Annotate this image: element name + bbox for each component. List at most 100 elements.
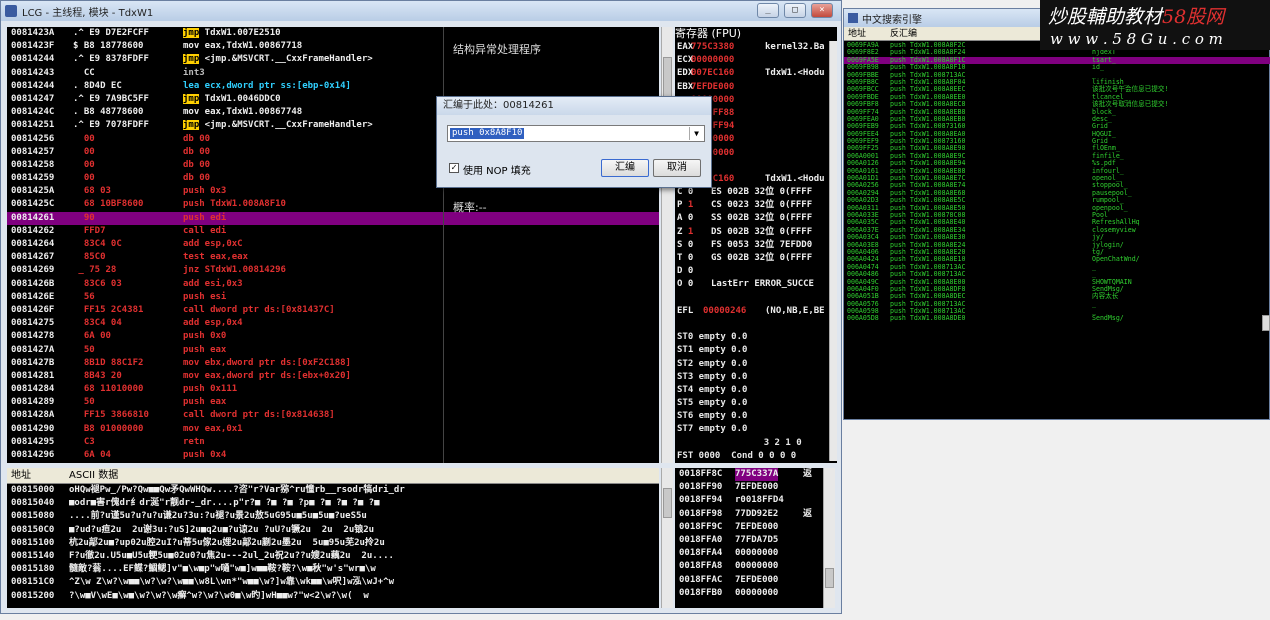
fpu-row[interactable]: ST0 empty 0.0 [675,331,837,344]
stack-row[interactable]: 0018FFB0 00000000 [675,587,823,600]
cancel-button[interactable]: 取消 [653,159,701,177]
segment-info: LastErr ERROR_SUCCE [711,279,814,290]
dump-header-address[interactable]: 地址 [11,468,31,484]
disasm-row[interactable]: 00814275 83C4 04 add esp,0x4 [7,317,659,330]
stack-row[interactable]: 0018FF9C 7EFDE000 [675,521,823,534]
disasm-row[interactable]: 0081427B 8B1D 88C1F2 mov ebx,dword ptr ds… [7,357,659,370]
flag-row[interactable]: A 0 SS 002B 32位 0(FFFF [675,212,837,225]
disasm-row[interactable]: 00814289 50 push eax [7,396,659,409]
disasm-scrollbar[interactable] [661,27,673,463]
dump-pane[interactable]: 00815000 oHQw褪Pw_/Pw?Qw■■Qw矛QwWHQw....?咨"… [7,484,659,608]
search-col-address[interactable]: 地址 [848,27,866,41]
register-value: 7EFDE000 [691,81,735,92]
disasm-row[interactable]: 0081426F FF15 2C4381 call dword ptr ds:[0… [7,304,659,317]
disasm-row[interactable]: 00814295 C3 retn [7,436,659,449]
registers-title: 寄存器 (FPU) [675,27,742,40]
stack-pane[interactable]: 0018FF8C 775C337A 返 0018FF90 7EFDE000 0018FF9… [675,468,823,608]
register-row[interactable]: ECX 00000000 [675,54,837,67]
disasm-row[interactable]: 00814262 FFD7 call edi [7,225,659,238]
disasm-row[interactable]: 00814264 83C4 0C add esp,0xC [7,238,659,251]
disasm-hex: 68 11010000 [73,384,144,395]
disasm-row[interactable]: 00814290 B8 01000000 mov eax,0x1 [7,423,659,436]
disasm-row[interactable]: 0081427A 50 push eax [7,344,659,357]
dump-row[interactable]: 00815000 oHQw褪Pw_/Pw?Qw■■Qw矛QwWHQw....?咨"… [7,484,659,497]
disasm-row[interactable]: 0081423A .^ E9 D7E2FCFF jmp TdxW1.007E2510 [7,27,659,40]
disasm-row[interactable]: 0081426E 56 push esi [7,291,659,304]
dump-scrollbar[interactable] [661,468,673,608]
disasm-instruction: test eax,eax [183,252,249,263]
fpu-row[interactable]: ST7 empty 0.0 [675,423,837,436]
disasm-row[interactable]: 0081425C 68 10BF8600 push TdxW1.008A8F10 [7,198,659,211]
assemble-input[interactable]: push 0x8A8F10 ▼ [447,125,705,142]
main-titlebar[interactable]: LCG - 主线程, 模块 - TdxW1 [1,1,841,21]
search-results[interactable]: 0069FA9Apush TdxW1.008A8F2C新鲜....0069F8E… [844,42,1270,418]
flag-row[interactable]: S 0 FS 0053 32位 7EFDD0 [675,239,837,252]
dump-row[interactable]: 00815080 ....前?u谨5u?u?u?u谦2u?3u:?u褪?u景2u敖… [7,510,659,523]
dump-header-ascii[interactable]: ASCII 数据 [69,468,118,484]
search-row[interactable]: 006A05D8 push TdxW1.008A8DE0 SendMsg/ [844,315,1270,323]
assemble-dialog-title[interactable]: 汇编于此处：00814261 [437,97,711,115]
disasm-row[interactable]: 0081423F $ B8 18778600 mov eax,TdxW1.00867… [7,40,659,53]
flag-row[interactable]: T 0 GS 002B 32位 0(FFFF [675,252,837,265]
dump-row[interactable]: 00815040 ■odr■害r傀dr纟dr涎"r靓dr-_dr....p"r?■… [7,497,659,510]
disasm-row[interactable]: 00814261 90 push edi [7,211,659,225]
disasm-instruction: mov eax,0x1 [183,423,243,434]
flag-row[interactable]: P 1 CS 0023 32位 0(FFFF [675,199,837,212]
stack-scrollbar[interactable] [823,468,835,608]
disasm-row[interactable]: 0081426B 83C6 03 add esi,0x3 [7,278,659,291]
fpu-row[interactable]: ST2 empty 0.0 [675,358,837,371]
dump-row[interactable]: 008151C0 ^Z\w Z\w?\w■■\w?\w?\w■■\w8L\wn*"… [7,576,659,589]
stack-row[interactable]: 0018FFA0 77FDA7D5 [675,534,823,547]
maximize-button[interactable]: □ [784,3,806,18]
disasm-row[interactable]: 00814244 . 8D4D EC lea ecx,dword ptr ss:[e… [7,80,659,93]
register-row[interactable]: EBX 7EFDE000 [675,81,837,94]
fpu-row[interactable]: ST4 empty 0.0 [675,384,837,397]
dump-row[interactable]: 00815180 髓敵?蓊....EF鲽?鯝鳃]v"■\w■p"w嗵"w■]w■■… [7,563,659,576]
disasm-row[interactable]: 00814278 6A 00 push 0x0 [7,330,659,343]
disassembly-pane[interactable]: 0081423A .^ E9 D7E2FCFF jmp TdxW1.007E2510… [7,27,659,463]
dump-row[interactable]: 00815200 ?\w■V\wE■\w■\w?\w?\w癣^w?\w?\w0■\… [7,590,659,603]
stack-row[interactable]: 0018FF94 r0018FFD4 [675,494,823,507]
disasm-row[interactable]: 00814267 85C0 test eax,eax [7,251,659,264]
close-button[interactable]: × [811,3,833,18]
disasm-row[interactable]: 00814244 .^ E9 8378FDFF jmp <jmp.&MSVCRT._… [7,53,659,66]
fpu-row[interactable]: FST 0000 Cond 0 0 0 0 [675,450,837,463]
disasm-row[interactable]: 00814243 CC int3 [7,67,659,80]
flag-row[interactable]: D 0 [675,265,837,278]
disasm-row[interactable]: 00814269 _ 75 28 jnz STdxW1.00814296 [7,264,659,277]
stack-row[interactable]: 0018FF98 77DD92E2 返 [675,508,823,521]
stack-row[interactable]: 0018FFAC 7EFDE000 [675,574,823,587]
disasm-row[interactable]: 00814281 8B43 20 mov eax,dword ptr ds:[eb… [7,370,659,383]
assemble-button[interactable]: 汇编 [601,159,649,177]
fpu-row[interactable]: 3 2 1 0 [675,437,837,450]
disasm-row[interactable]: 00814296 6A 04 push 0x4 [7,449,659,462]
right-edge-scroll[interactable] [1262,315,1270,331]
fpu-row[interactable]: ST1 empty 0.0 [675,344,837,357]
register-row[interactable]: EDX 007EC160 TdxW1.<Hodu [675,67,837,80]
fpu-row[interactable]: ST3 empty 0.0 [675,371,837,384]
stack-row[interactable]: 0018FFA4 00000000 [675,547,823,560]
registers-scrollbar[interactable] [829,41,837,461]
flag-name: Z 1 [677,226,694,237]
registers-pane[interactable]: 寄存器 (FPU) EAX 775C3380 kernel32.Ba ECX 00000… [675,27,837,463]
nop-checkbox[interactable]: ✓ [449,163,459,173]
flag-row[interactable]: C 0 ES 002B 32位 0(FFFF [675,186,837,199]
fpu-row[interactable]: ST6 empty 0.0 [675,410,837,423]
search-col-disasm[interactable]: 反汇编 [890,27,917,41]
chevron-down-icon[interactable]: ▼ [689,127,703,140]
flag-row[interactable]: Z 1 DS 002B 32位 0(FFFF [675,226,837,239]
fpu-row[interactable]: ST5 empty 0.0 [675,397,837,410]
dump-row[interactable]: 00815100 杭2u鄗2u■?up02u腔2uI?u蒂5u傢2u娌2u鄗2u蒯… [7,537,659,550]
stack-row[interactable]: 0018FFA8 00000000 [675,560,823,573]
stack-row[interactable]: 0018FF8C 775C337A 返 [675,468,823,482]
stack-row[interactable]: 0018FF90 7EFDE000 [675,481,823,494]
disasm-instruction: mov ebx,dword ptr ds:[0xF2C188] [183,357,351,368]
efl-row[interactable]: EFL 00000246 (NO,NB,E,BE [675,305,837,318]
disasm-row[interactable]: 0081428A FF15 3866810 call dword ptr ds:[… [7,409,659,422]
disasm-row[interactable]: 00814284 68 11010000 push 0x111 [7,383,659,396]
register-row[interactable]: EAX 775C3380 kernel32.Ba [675,41,837,54]
dump-row[interactable]: 008150C0 ■?ud?u疸2u 2u谢3u:?uS]2u■q2u■?u谅2u… [7,524,659,537]
dump-row[interactable]: 00815140 F?u徹2u.U5u■U5u粳5u■02u0?u焦2u---2u… [7,550,659,563]
minimize-button[interactable]: _ [757,3,779,18]
flag-row[interactable]: O 0 LastErr ERROR_SUCCE [675,278,837,291]
